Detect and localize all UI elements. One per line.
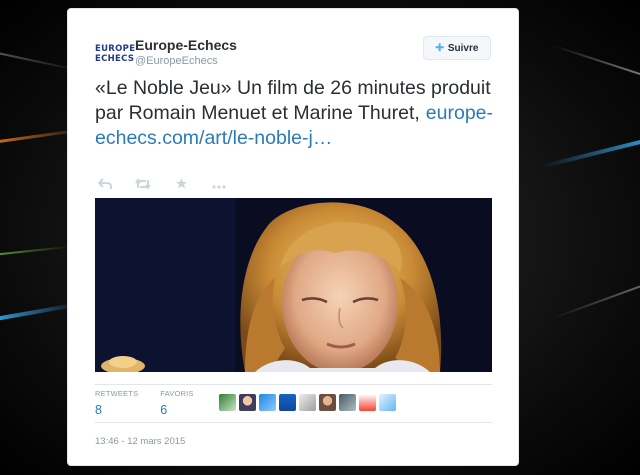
background-streak bbox=[552, 282, 640, 320]
author-block[interactable]: Europe-Echecs @EuropeEchecs bbox=[135, 36, 237, 68]
user-avatar[interactable] bbox=[359, 394, 376, 411]
reply-icon[interactable] bbox=[95, 177, 115, 193]
user-handle[interactable]: @EuropeEchecs bbox=[135, 54, 237, 68]
tweet-card: EUROPE ECHECS Europe-Echecs @EuropeEchec… bbox=[67, 8, 519, 466]
stats-divider-top bbox=[95, 384, 492, 385]
tweet-photo[interactable] bbox=[95, 198, 492, 372]
tweet-header: EUROPE ECHECS Europe-Echecs @EuropeEchec… bbox=[95, 36, 491, 72]
favorites-count[interactable]: 6 bbox=[160, 402, 193, 418]
tweet-timestamp[interactable]: 13:46 - 12 mars 2015 bbox=[95, 436, 185, 447]
stats-divider-bottom bbox=[95, 422, 492, 423]
more-icon[interactable] bbox=[209, 178, 229, 192]
user-avatar[interactable] bbox=[239, 394, 256, 411]
retweet-icon[interactable] bbox=[133, 177, 153, 193]
user-avatar[interactable] bbox=[279, 394, 296, 411]
retweets-count[interactable]: 8 bbox=[95, 402, 138, 418]
user-avatar[interactable] bbox=[299, 394, 316, 411]
tweet-text: «Le Noble Jeu» Un film de 26 minutes pro… bbox=[95, 76, 495, 151]
follow-button[interactable]: ➕︎ Suivre bbox=[423, 36, 491, 60]
favoriting-users bbox=[219, 394, 399, 411]
avatar-line-1: EUROPE bbox=[95, 44, 136, 54]
background-streak bbox=[552, 44, 640, 78]
tweet-stats: RETWEETS 8 FAVORIS 6 bbox=[95, 389, 216, 419]
tweet-actions bbox=[95, 177, 247, 193]
user-avatar[interactable] bbox=[339, 394, 356, 411]
user-avatar[interactable] bbox=[259, 394, 276, 411]
favorites-label: FAVORIS bbox=[160, 389, 194, 398]
display-name[interactable]: Europe-Echecs bbox=[135, 36, 237, 54]
user-avatar[interactable] bbox=[219, 394, 236, 411]
background-streak bbox=[0, 245, 70, 257]
avatar-line-2: ECHECS bbox=[95, 54, 135, 64]
avatar[interactable]: EUROPE ECHECS bbox=[95, 38, 136, 70]
favorite-icon[interactable] bbox=[171, 177, 191, 193]
follow-person-icon: ➕︎ bbox=[435, 41, 444, 54]
user-avatar[interactable] bbox=[319, 394, 336, 411]
retweets-stat[interactable]: RETWEETS 8 bbox=[95, 389, 138, 419]
retweets-label: RETWEETS bbox=[95, 389, 139, 398]
background-streak bbox=[541, 135, 640, 169]
follow-label: Suivre bbox=[447, 42, 479, 54]
favorites-stat[interactable]: FAVORIS 6 bbox=[160, 389, 193, 419]
user-avatar[interactable] bbox=[379, 394, 396, 411]
